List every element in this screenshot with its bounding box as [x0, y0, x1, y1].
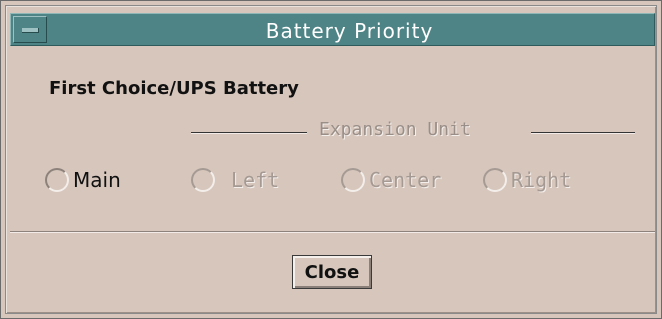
- radio-right-indicator: [483, 168, 507, 192]
- radio-main-indicator[interactable]: [45, 168, 69, 192]
- radio-left-label: Left: [231, 168, 280, 192]
- expansion-group-line-left: [191, 132, 307, 134]
- window-menu-icon: [22, 28, 39, 33]
- radio-center: Center: [341, 165, 441, 195]
- radio-right-label: Right: [511, 168, 572, 192]
- radio-main[interactable]: Main: [45, 165, 121, 195]
- close-button[interactable]: Close: [292, 255, 372, 289]
- expansion-unit-group-title: Expansion Unit: [319, 119, 471, 140]
- window-menu-button[interactable]: [13, 16, 47, 43]
- radio-right: Right: [483, 165, 571, 195]
- window-title: Battery Priority: [265, 19, 434, 43]
- radio-center-label: Center: [369, 168, 442, 192]
- radio-left: Left: [191, 165, 279, 195]
- radio-main-label[interactable]: Main: [73, 168, 121, 192]
- radio-center-indicator: [341, 168, 365, 192]
- battery-priority-dialog: Battery Priority First Choice/UPS Batter…: [0, 0, 662, 319]
- title-bar[interactable]: Battery Priority: [10, 13, 655, 46]
- button-area-separator: [10, 231, 655, 233]
- radio-left-indicator: [191, 168, 215, 192]
- expansion-group-line-right: [531, 132, 635, 134]
- first-choice-heading: First Choice/UPS Battery: [49, 78, 299, 99]
